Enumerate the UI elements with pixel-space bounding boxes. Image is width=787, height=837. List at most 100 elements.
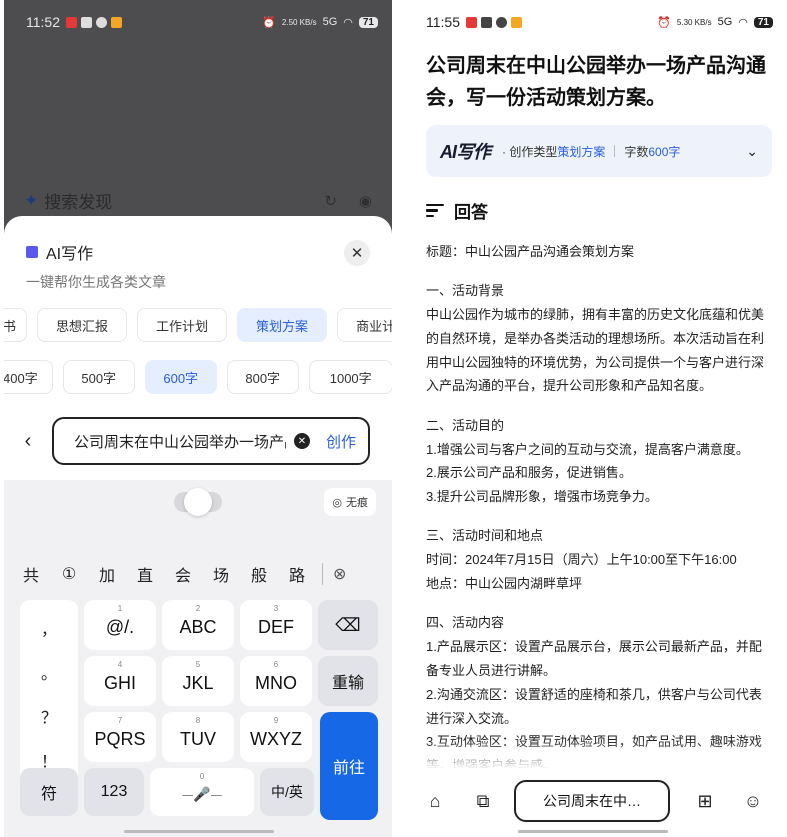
net-speed: 2.50 KB/s (281, 17, 317, 27)
space-key[interactable]: 0 ⏤🎤⏤ (150, 768, 254, 816)
word-count-chip[interactable]: 800字 (226, 360, 299, 394)
bottom-nav: ⌂ ⧉ 公司周末在中… ⊞ ☺ (398, 776, 787, 826)
answer-lines-icon (426, 203, 444, 218)
left-phone-screen: 11:52 ⏰ 2.50 KB/s 5G ◠ 71 ✦ 搜索发现 ↻ ◉ AI写… (4, 0, 392, 837)
category-chip[interactable]: 商业计划 (337, 308, 392, 342)
app-notification-icon (466, 16, 477, 28)
prompt-row: ‹ 公司周末在中山公园举办一场产品沟通会，写一份活动策划方案。 ✕ 创作 (4, 416, 392, 466)
new-chat-icon[interactable]: ⧉ (472, 790, 494, 812)
article-paragraph: 一、活动背景 (426, 283, 505, 299)
key-9[interactable]: 9 WXYZ (240, 712, 312, 762)
question-title: 公司周末在中山公园举办一场产品沟通会，写一份活动策划方案。 (426, 55, 766, 109)
word-count-chip-selected[interactable]: 600字 (144, 360, 217, 394)
category-chip[interactable]: 书 (4, 308, 28, 342)
article-paragraph: 标题：中山公园产品沟通会策划方案 (426, 244, 635, 259)
net-speed: 5.30 KB/s (676, 17, 712, 27)
key-6[interactable]: 6 MNO (240, 656, 312, 706)
microphone-icon: ⏤🎤⏤ (182, 785, 222, 802)
create-button[interactable]: 创作 (326, 431, 356, 452)
clear-icon[interactable]: ✕ (293, 433, 310, 449)
go-button[interactable]: 前往 (320, 712, 378, 820)
weibo-icon (111, 16, 122, 28)
key-1[interactable]: 1 @/. (84, 600, 156, 650)
signal-label: 5G (322, 16, 338, 28)
category-chip[interactable]: 工作计划 (137, 308, 228, 342)
count-value: 600字 (648, 144, 681, 159)
category-chip[interactable]: 思想汇报 (37, 308, 128, 342)
grid-icon[interactable]: ⊞ (694, 790, 716, 812)
candidate-word[interactable]: 场 (202, 562, 240, 586)
query-pill[interactable]: 公司周末在中… (514, 780, 670, 822)
backspace-key[interactable]: ⌫ (318, 600, 378, 650)
back-button[interactable]: ‹ (4, 430, 52, 453)
count-label: 字数 (624, 144, 649, 159)
punct-key[interactable]: ？ (41, 704, 57, 728)
status-time: 11:55 (426, 14, 460, 30)
candidate-word[interactable]: 直 (126, 562, 164, 586)
candidate-word[interactable]: 般 (240, 562, 278, 586)
article-paragraph: 3.提升公司品牌形象，增强市场竞争力。 (426, 489, 658, 505)
article-paragraph: 1.产品展示区：设置产品展示台，展示公司最新产品，并配备专业人员进行讲解。 (426, 639, 762, 678)
wifi-icon: ◠ (343, 16, 353, 29)
punctuation-column: ， 。 ？ ！ (20, 600, 78, 788)
status-time: 11:52 (26, 14, 60, 30)
article-paragraph: 三、活动时间和地点 (426, 528, 544, 544)
close-button[interactable]: ✕ (344, 240, 370, 266)
battery-icon: 71 (358, 16, 378, 28)
ai-writing-sheet: AI写作 一键帮你生成各类文章 ✕ 书 思想汇报 工作计划 策划方案 商业计划 … (4, 216, 392, 480)
symbol-key[interactable]: 符 (20, 768, 78, 816)
close-candidates-icon[interactable]: ⊗ (333, 564, 346, 584)
candidate-word[interactable]: ① (50, 564, 88, 584)
article-paragraph: 2.沟通交流区：设置舒适的座椅和茶几，供客户与公司代表进行深入交流。 (426, 686, 762, 726)
candidate-word[interactable]: 共 (12, 562, 50, 586)
keyboard: ◎ 无痕 共 ① 加 直 会 场 般 路 ⊗ ， 。 ？ ！ 1 @/. 2 A… (4, 480, 392, 837)
backspace-icon: ⌫ (335, 614, 361, 635)
chevron-down-icon[interactable]: ⌄ (746, 143, 758, 160)
close-icon: ✕ (350, 245, 364, 262)
word-count-chip[interactable]: 400字 (4, 360, 53, 394)
article-paragraph: 2.展示公司产品和服务，促进销售。 (426, 465, 632, 481)
reenter-key[interactable]: 重输 (318, 656, 378, 706)
search-discover-label: 搜索发现 (44, 193, 113, 212)
type-value: 策划方案 (557, 144, 606, 159)
candidate-word[interactable]: 加 (88, 562, 126, 586)
lang-switch-key[interactable]: 中/英 (260, 768, 314, 816)
key-5[interactable]: 5 JKL (162, 656, 234, 706)
candidate-bar: 共 ① 加 直 会 场 般 路 ⊗ (4, 562, 392, 586)
chat-icon (496, 16, 507, 28)
wifi-icon: ◠ (738, 16, 748, 29)
punct-key[interactable]: 。 (41, 660, 57, 684)
punct-key[interactable]: ， (41, 616, 57, 640)
status-right: ⏰ 2.50 KB/s 5G ◠ 71 (262, 16, 378, 29)
signal-label: 5G (717, 16, 733, 28)
word-count-chip[interactable]: 500字 (62, 360, 135, 394)
answer-article: 标题：中山公园产品沟通会策划方案 一、活动背景中山公园作为城市的绿肺，拥有丰富的历… (426, 240, 772, 768)
home-indicator (124, 830, 274, 833)
key-3[interactable]: 3 DEF (240, 600, 312, 650)
refresh-icon: ↻ (324, 192, 337, 210)
chat-icon (96, 16, 107, 28)
sparkle-icon: ✦ (24, 190, 39, 210)
ai-writing-card[interactable]: AI写作 · 创作类型 策划方案 字数 600字 ⌄ (426, 125, 772, 177)
number-key[interactable]: 123 (84, 768, 144, 816)
key-8[interactable]: 8 TUV (162, 712, 234, 762)
eye-icon: ◉ (358, 192, 372, 210)
word-count-chip[interactable]: 1000字 (308, 360, 392, 394)
key-4[interactable]: 4 GHI (84, 656, 156, 706)
app-notification-icon (66, 16, 77, 28)
prompt-input[interactable]: 公司周末在中山公园举办一场产品沟通会，写一份活动策划方案。 ✕ 创作 (52, 417, 370, 465)
article-paragraph: 地点：中山公园内湖畔草坪 (426, 576, 583, 592)
home-icon[interactable]: ⌂ (424, 790, 446, 812)
keyboard-toggle[interactable] (174, 488, 222, 516)
category-chip-selected[interactable]: 策划方案 (237, 308, 328, 342)
candidate-word[interactable]: 会 (164, 562, 202, 586)
incognito-button[interactable]: ◎ 无痕 (324, 488, 376, 516)
message-icon (81, 16, 92, 28)
candidate-word[interactable]: 路 (278, 562, 316, 586)
incognito-icon: ◎ (332, 496, 342, 509)
key-2[interactable]: 2 ABC (162, 600, 234, 650)
assistant-icon[interactable]: ☺ (742, 790, 764, 812)
incognito-label: 无痕 (346, 497, 368, 509)
key-7[interactable]: 7 PQRS (84, 712, 156, 762)
article-paragraph: 中山公园作为城市的绿肺，拥有丰富的历史文化底蕴和优美的自然环境，是举办各类活动的… (426, 307, 765, 394)
